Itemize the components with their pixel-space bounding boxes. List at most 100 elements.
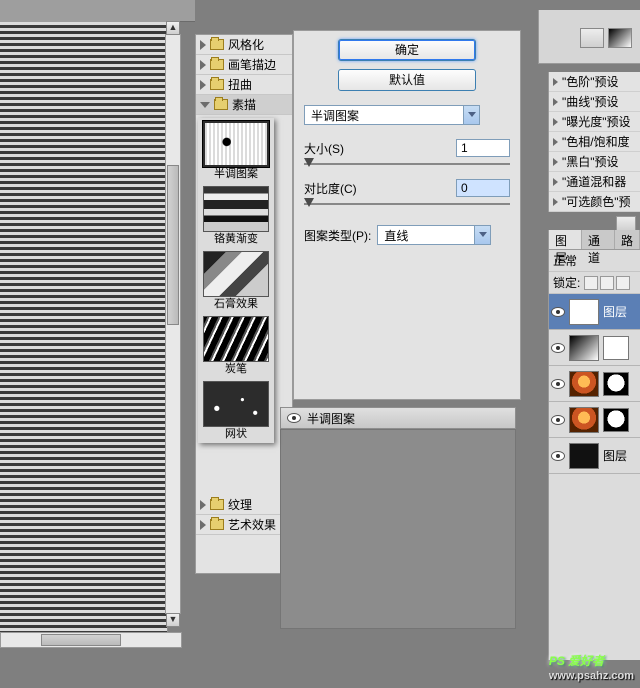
- layer-item[interactable]: 图层: [549, 294, 640, 330]
- disclosure-triangle-icon: [553, 178, 558, 186]
- thumb-label: 铬黄渐变: [198, 232, 274, 246]
- preset-label: "色相/饱和度: [562, 133, 630, 150]
- quickmask-icon[interactable]: [580, 28, 604, 48]
- tree-item-label: 素描: [232, 96, 256, 113]
- preset-curves[interactable]: "曲线"预设: [549, 92, 640, 112]
- filter-thumbnail-list: 半调图案 铬黄渐变 石膏效果 炭笔 网状: [198, 118, 274, 443]
- layer-item[interactable]: [549, 366, 640, 402]
- thumb-label: 炭笔: [198, 362, 274, 376]
- layer-thumbnail[interactable]: [569, 407, 599, 433]
- plaster-preview-icon: [203, 251, 269, 297]
- tree-item-distort[interactable]: 扭曲: [196, 75, 292, 95]
- tree-item-texture[interactable]: 纹理: [196, 495, 292, 515]
- charcoal-preview-icon: [203, 316, 269, 362]
- disclosure-triangle-icon: [200, 60, 206, 70]
- tab-layers[interactable]: 图层: [549, 230, 582, 249]
- lock-transparency-icon[interactable]: [584, 276, 598, 290]
- preset-label: "黑白"预设: [562, 153, 619, 170]
- layer-name[interactable]: 图层: [603, 447, 627, 464]
- tree-item-label: 艺术效果: [228, 516, 276, 533]
- disclosure-triangle-icon: [200, 80, 206, 90]
- preset-bw[interactable]: "黑白"预设: [549, 152, 640, 172]
- tab-channels[interactable]: 通道: [582, 230, 615, 249]
- vertical-scrollbar[interactable]: ▲ ▼: [165, 34, 181, 614]
- layer-thumbnail[interactable]: [569, 371, 599, 397]
- size-slider[interactable]: [304, 163, 510, 165]
- layer-item[interactable]: [549, 402, 640, 438]
- slider-thumb-icon[interactable]: [304, 198, 314, 207]
- contrast-label: 对比度(C): [304, 180, 456, 197]
- scroll-down-arrow[interactable]: ▼: [166, 613, 180, 627]
- tree-item-label: 画笔描边: [228, 56, 276, 73]
- disclosure-triangle-icon: [553, 98, 558, 106]
- tree-item-stylize[interactable]: 风格化: [196, 35, 292, 55]
- default-button[interactable]: 默认值: [338, 69, 476, 91]
- slider-thumb-icon[interactable]: [304, 158, 314, 167]
- preset-label: "通道混和器: [562, 173, 626, 190]
- tree-item-label: 风格化: [228, 36, 264, 53]
- blend-mode-value[interactable]: 正常: [553, 252, 577, 269]
- preset-huesat[interactable]: "色相/饱和度: [549, 132, 640, 152]
- visibility-eye-icon[interactable]: [551, 379, 565, 389]
- filter-thumb-reticulation[interactable]: 网状: [198, 378, 274, 443]
- contrast-param-row: 对比度(C): [304, 179, 510, 197]
- adjustment-presets-panel: "色阶"预设 "曲线"预设 "曝光度"预设 "色相/饱和度 "黑白"预设 "通道…: [548, 72, 640, 212]
- chevron-down-icon: [474, 226, 490, 244]
- filter-thumb-charcoal[interactable]: 炭笔: [198, 313, 274, 378]
- lock-label: 锁定:: [553, 274, 580, 291]
- folder-icon: [210, 59, 224, 70]
- thumb-label: 石膏效果: [198, 297, 274, 311]
- preset-levels[interactable]: "色阶"预设: [549, 72, 640, 92]
- preset-exposure[interactable]: "曝光度"预设: [549, 112, 640, 132]
- lock-row: 锁定:: [549, 272, 640, 294]
- layer-name[interactable]: 图层: [603, 303, 627, 320]
- scroll-up-arrow[interactable]: ▲: [166, 21, 180, 35]
- disclosure-triangle-icon: [553, 158, 558, 166]
- ok-button[interactable]: 确定: [338, 39, 476, 61]
- lock-pixels-icon[interactable]: [600, 276, 614, 290]
- layers-panel: 图层 通道 路 正常 锁定: 图层 图层: [548, 230, 640, 660]
- tree-item-sketch[interactable]: 素描: [196, 95, 292, 115]
- visibility-eye-icon[interactable]: [551, 343, 565, 353]
- layer-mask-thumbnail[interactable]: [603, 372, 629, 396]
- preset-channelmixer[interactable]: "通道混和器: [549, 172, 640, 192]
- tree-item-artistic[interactable]: 艺术效果: [196, 515, 292, 535]
- preset-selectivecolor[interactable]: "可选颜色"预: [549, 192, 640, 212]
- effect-layer-bar[interactable]: 半调图案: [280, 407, 516, 429]
- size-label: 大小(S): [304, 140, 456, 157]
- vertical-scroll-thumb[interactable]: [167, 165, 179, 325]
- visibility-eye-icon[interactable]: [287, 413, 301, 423]
- horizontal-scroll-thumb[interactable]: [41, 634, 121, 646]
- tab-paths[interactable]: 路: [615, 230, 640, 249]
- visibility-eye-icon[interactable]: [551, 451, 565, 461]
- halftone-preview-icon: [203, 121, 269, 167]
- contrast-input[interactable]: [456, 179, 510, 197]
- layer-mask-thumbnail[interactable]: [603, 336, 629, 360]
- watermark-url: www.psahz.com: [549, 670, 634, 682]
- size-input[interactable]: [456, 139, 510, 157]
- layer-thumbnail[interactable]: [569, 335, 599, 361]
- horizontal-scrollbar[interactable]: [0, 632, 182, 648]
- filter-thumb-halftone[interactable]: 半调图案: [198, 118, 274, 183]
- pattern-type-select[interactable]: 直线: [377, 225, 491, 245]
- pattern-type-label: 图案类型(P):: [304, 227, 371, 244]
- lock-position-icon[interactable]: [616, 276, 630, 290]
- canvas[interactable]: [0, 22, 168, 632]
- tree-item-brushstrokes[interactable]: 画笔描边: [196, 55, 292, 75]
- filter-thumb-chrome[interactable]: 铬黄渐变: [198, 183, 274, 248]
- filter-thumb-plaster[interactable]: 石膏效果: [198, 248, 274, 313]
- watermark: PS 爱好者 www.psahz.com: [549, 649, 634, 682]
- layer-item[interactable]: [549, 330, 640, 366]
- visibility-eye-icon[interactable]: [551, 415, 565, 425]
- disclosure-triangle-icon: [200, 102, 210, 108]
- filter-select[interactable]: 半调图案: [304, 105, 480, 125]
- contrast-slider[interactable]: [304, 203, 510, 205]
- layer-item[interactable]: 图层: [549, 438, 640, 474]
- tree-item-label: 扭曲: [228, 76, 252, 93]
- layer-thumbnail[interactable]: [569, 443, 599, 469]
- pattern-type-row: 图案类型(P): 直线: [304, 225, 510, 245]
- layer-mask-thumbnail[interactable]: [603, 408, 629, 432]
- layer-thumbnail[interactable]: [569, 299, 599, 325]
- gradient-icon[interactable]: [608, 28, 632, 48]
- visibility-eye-icon[interactable]: [551, 307, 565, 317]
